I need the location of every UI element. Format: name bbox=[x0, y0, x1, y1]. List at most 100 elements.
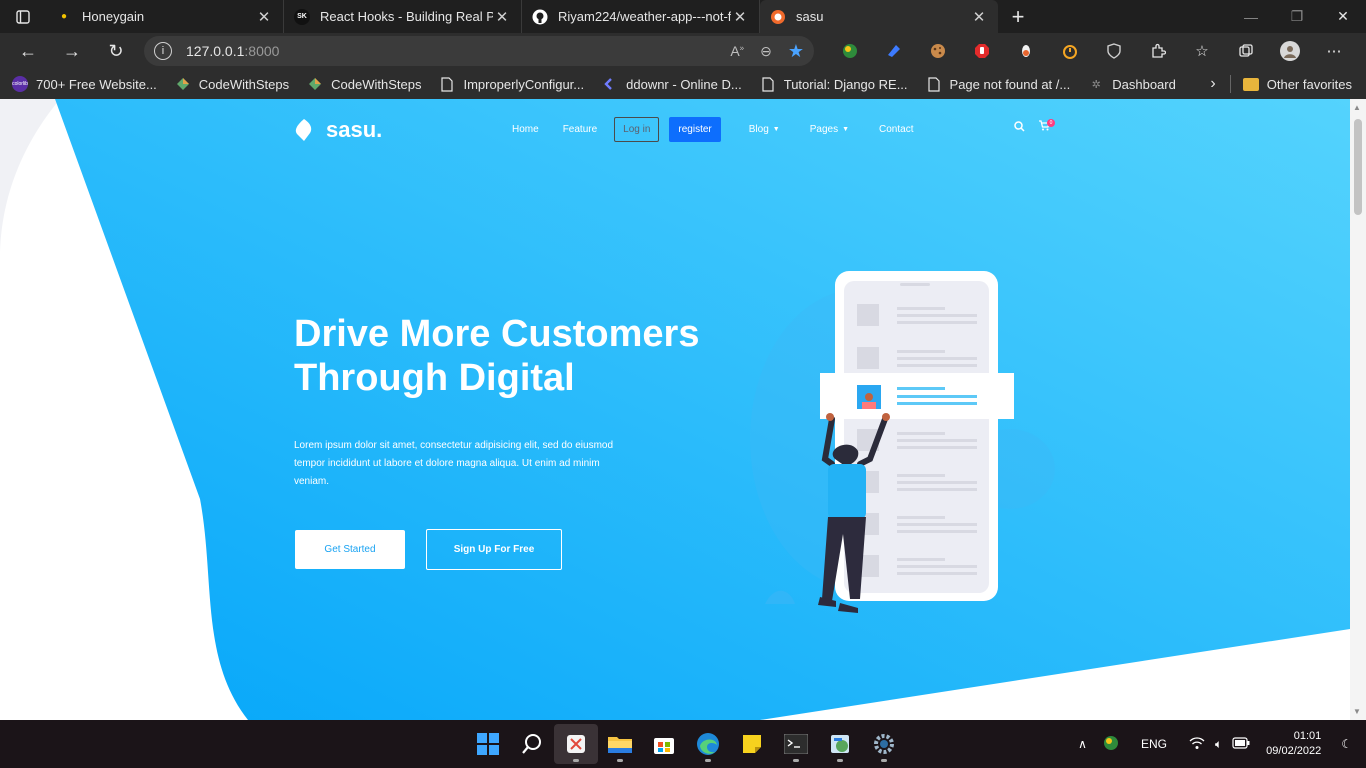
chevron-right-icon[interactable]: › bbox=[1210, 75, 1215, 93]
windows-taskbar: ∧ ENG 🔈︎ 01:01 09/02/2022 ☾ bbox=[0, 720, 1366, 768]
browser-tab[interactable]: ● Honeygain ✕ bbox=[46, 0, 284, 33]
shield-icon[interactable] bbox=[1092, 33, 1136, 69]
sign-up-button[interactable]: Sign Up For Free bbox=[426, 529, 562, 570]
scrollbar-thumb[interactable] bbox=[1354, 119, 1362, 215]
login-button[interactable]: Log in bbox=[614, 117, 660, 142]
extensions-puzzle-icon[interactable] bbox=[1136, 33, 1180, 69]
search-icon[interactable] bbox=[510, 724, 554, 764]
refresh-icon[interactable]: ↻ bbox=[94, 33, 138, 69]
microsoft-store-icon[interactable] bbox=[642, 724, 686, 764]
nav-blog-label: Blog bbox=[748, 124, 769, 135]
hero-lead-text: Lorem ipsum dolor sit amet, consectetur … bbox=[294, 440, 614, 487]
favorite-star-icon[interactable]: ★ bbox=[788, 41, 804, 62]
scroll-up-icon[interactable]: ▲ bbox=[1353, 103, 1361, 112]
running-indicator bbox=[617, 759, 623, 762]
nav-home[interactable]: Home bbox=[512, 124, 539, 135]
extension-globe-icon[interactable] bbox=[828, 33, 872, 69]
new-tab-icon[interactable]: + bbox=[998, 0, 1038, 33]
search-icon[interactable] bbox=[1014, 121, 1025, 135]
tray-app-icon[interactable] bbox=[1103, 735, 1119, 754]
system-tray: ∧ ENG 🔈︎ 01:01 09/02/2022 ☾ bbox=[1070, 720, 1366, 768]
bookmark-item[interactable]: CodeWithSteps bbox=[307, 76, 421, 92]
hero-headline: Drive More Customers Through Digital bbox=[294, 312, 754, 400]
close-icon[interactable]: ✕ bbox=[255, 8, 273, 26]
headline-line-2: Through Digital bbox=[294, 357, 575, 399]
browser-tab[interactable]: SK React Hooks - Building Real Proje ✕ bbox=[284, 0, 522, 33]
close-window-icon[interactable]: ✕ bbox=[1320, 0, 1366, 33]
file-explorer-icon[interactable] bbox=[598, 724, 642, 764]
page-scrollbar[interactable]: ▲ ▼ bbox=[1350, 99, 1366, 720]
read-aloud-icon[interactable]: A» bbox=[730, 43, 744, 59]
bookmark-label: 700+ Free Website... bbox=[36, 76, 157, 92]
control-panel-icon[interactable] bbox=[818, 724, 862, 764]
nav-feature[interactable]: Feature bbox=[563, 124, 597, 135]
battery-icon[interactable] bbox=[1232, 736, 1250, 752]
minimize-icon[interactable]: — bbox=[1228, 0, 1274, 33]
close-icon[interactable]: ✕ bbox=[731, 8, 749, 26]
bookmark-item[interactable]: CodeWithSteps bbox=[175, 76, 289, 92]
register-button[interactable]: register bbox=[669, 117, 721, 142]
favorites-icon[interactable]: ☆ bbox=[1180, 33, 1224, 69]
restore-icon[interactable]: ❐ bbox=[1274, 0, 1320, 33]
tray-overflow-chevron-icon[interactable]: ∧ bbox=[1078, 737, 1087, 751]
bookmark-label: ImproperlyConfigur... bbox=[463, 76, 585, 92]
browser-tab-active[interactable]: sasu ✕ bbox=[760, 0, 998, 33]
bookmarks-overflow: › Other favorites bbox=[1210, 75, 1352, 93]
settings-gear-icon[interactable] bbox=[862, 724, 906, 764]
back-icon[interactable]: ← bbox=[6, 33, 50, 69]
sticky-notes-icon[interactable] bbox=[730, 724, 774, 764]
bookmark-item[interactable]: Page not found at /... bbox=[926, 76, 1071, 92]
tab-actions-icon[interactable] bbox=[0, 0, 46, 33]
hero-illustration bbox=[750, 271, 1055, 613]
nav-pages-label: Pages bbox=[809, 124, 839, 135]
running-indicator bbox=[793, 759, 799, 762]
snipping-tool-icon[interactable] bbox=[554, 724, 598, 764]
close-icon[interactable]: ✕ bbox=[493, 8, 511, 26]
extension-blue-icon[interactable] bbox=[872, 33, 916, 69]
bookmark-item[interactable]: ddownr - Online D... bbox=[602, 76, 742, 92]
other-favorites[interactable]: Other favorites bbox=[1267, 77, 1352, 92]
close-icon[interactable]: ✕ bbox=[970, 8, 988, 26]
profile-avatar[interactable] bbox=[1268, 33, 1312, 69]
zoom-icon[interactable]: ⊖ bbox=[760, 43, 772, 60]
wifi-icon[interactable] bbox=[1189, 736, 1205, 753]
tab-title: React Hooks - Building Real Proje bbox=[320, 9, 493, 24]
cookie-icon[interactable] bbox=[916, 33, 960, 69]
get-started-button[interactable]: Get Started bbox=[295, 530, 405, 569]
site-logo[interactable]: sasu. bbox=[294, 117, 382, 143]
bookmark-item[interactable]: Tutorial: Django RE... bbox=[760, 76, 908, 92]
language-indicator[interactable]: ENG bbox=[1141, 737, 1167, 751]
bookmark-item[interactable]: colorlib 700+ Free Website... bbox=[12, 76, 157, 92]
collections-icon[interactable] bbox=[1224, 33, 1268, 69]
more-menu-icon[interactable]: ⋯ bbox=[1312, 33, 1356, 69]
nav-blog[interactable]: Blog ▼ bbox=[749, 124, 780, 135]
bookmark-label: Page not found at /... bbox=[949, 76, 1071, 92]
nav-pages[interactable]: Pages ▼ bbox=[810, 124, 849, 135]
codewithsteps-icon bbox=[307, 76, 323, 92]
adblock-icon[interactable] bbox=[960, 33, 1004, 69]
github-icon bbox=[532, 9, 548, 25]
start-icon[interactable] bbox=[466, 724, 510, 764]
tab-title: sasu bbox=[796, 9, 824, 24]
clock-time: 01:01 bbox=[1293, 730, 1322, 742]
terminal-icon[interactable] bbox=[774, 724, 818, 764]
site-info-icon[interactable]: i bbox=[154, 42, 172, 60]
address-bar[interactable]: i 127.0.0.1:8000 A» ⊖ ★ bbox=[144, 36, 814, 66]
nav-contact[interactable]: Contact bbox=[879, 124, 913, 135]
bookmark-item[interactable]: ImproperlyConfigur... bbox=[439, 76, 584, 92]
notifications-moon-icon[interactable]: ☾ bbox=[1341, 737, 1352, 751]
edge-browser-icon[interactable] bbox=[686, 724, 730, 764]
caret-down-icon: ▼ bbox=[772, 126, 780, 133]
ddownr-icon bbox=[602, 76, 618, 92]
extension-timer-icon[interactable] bbox=[1048, 33, 1092, 69]
scroll-down-icon[interactable]: ▼ bbox=[1353, 707, 1361, 716]
clock[interactable]: 01:01 09/02/2022 bbox=[1266, 729, 1321, 759]
browser-tab[interactable]: Riyam224/weather-app---not-ful ✕ bbox=[522, 0, 760, 33]
volume-icon[interactable]: 🔈︎ bbox=[1215, 737, 1222, 752]
forward-icon[interactable]: → bbox=[50, 33, 94, 69]
caret-down-icon: ▼ bbox=[842, 126, 850, 133]
page-icon bbox=[760, 76, 776, 92]
address-host: 127.0.0.1 bbox=[186, 43, 245, 59]
extension-pill-icon[interactable] bbox=[1004, 33, 1048, 69]
bookmark-item[interactable]: ✲ Dashboard bbox=[1088, 76, 1176, 92]
